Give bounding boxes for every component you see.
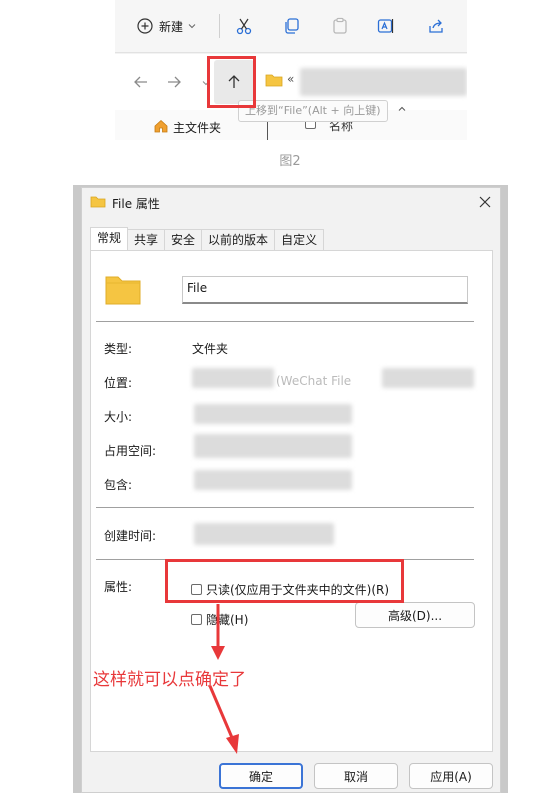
new-button-label: 新建: [159, 19, 184, 34]
close-icon[interactable]: [479, 196, 491, 208]
address-prefix: «: [287, 72, 295, 86]
home-icon: [154, 119, 168, 133]
folder-icon: [265, 74, 283, 87]
plus-circle-icon: [137, 18, 153, 34]
folder-name-value: File: [187, 281, 208, 295]
properties-dialog: File 属性 常规 共享 安全 以前的版本 自定义 File 类型: 文件夹 …: [81, 187, 501, 793]
annotation-arrows: [208, 604, 239, 754]
type-value: 文件夹: [192, 342, 229, 356]
disk-usage-value-redacted: [194, 434, 352, 458]
location-label: 位置:: [104, 376, 133, 390]
column-divider: [267, 122, 268, 140]
up-button-tooltip: 上移到“File”(Alt + 向上键): [238, 100, 388, 122]
figure-caption: 图2: [279, 154, 301, 169]
tab-strip: 常规 共享 安全 以前的版本 自定义: [90, 227, 325, 251]
folder-title-icon: [90, 196, 106, 208]
size-value-redacted: [194, 404, 352, 424]
location-value-redacted: [192, 368, 274, 388]
contains-value-redacted: [194, 470, 352, 490]
share-icon[interactable]: [427, 17, 445, 35]
created-label: 创建时间:: [104, 529, 157, 543]
attributes-label: 属性:: [104, 580, 133, 594]
home-folder-label[interactable]: 主文件夹: [173, 119, 221, 136]
forward-arrow-icon[interactable]: [166, 74, 182, 90]
contains-label: 包含:: [104, 478, 133, 492]
cut-icon[interactable]: [235, 17, 253, 35]
type-label: 类型:: [104, 342, 133, 356]
new-button[interactable]: 新建: [137, 16, 197, 36]
tab-sharing[interactable]: 共享: [127, 229, 166, 250]
disk-usage-label: 占用空间:: [104, 444, 157, 458]
paste-icon[interactable]: [331, 17, 349, 35]
copy-icon[interactable]: [283, 17, 301, 35]
cancel-button[interactable]: 取消: [314, 763, 398, 789]
dialog-title: File 属性: [112, 197, 160, 211]
rename-icon[interactable]: [377, 17, 395, 35]
tooltip-text: 上移到“File”(Alt + 向上键): [245, 104, 381, 117]
up-button-highlight-box: [207, 56, 256, 108]
location-value-partial: (WeChat File: [276, 374, 352, 388]
tab-general[interactable]: 常规: [90, 227, 129, 250]
readonly-highlight-box: [165, 559, 404, 603]
tab-security[interactable]: 安全: [164, 229, 203, 250]
back-arrow-icon[interactable]: [133, 74, 149, 90]
separator: [96, 321, 474, 322]
address-bar-redacted[interactable]: [300, 68, 467, 96]
explorer-toolbar: 新建: [115, 0, 467, 53]
toolbar-divider: [219, 14, 220, 38]
tab-previous-versions[interactable]: 以前的版本: [201, 229, 276, 250]
tab-customize[interactable]: 自定义: [274, 229, 325, 250]
sort-chevron-up-icon: [398, 106, 406, 111]
separator: [96, 507, 474, 508]
large-folder-icon: [105, 276, 141, 305]
location-value-redacted-tail: [382, 368, 474, 388]
size-label: 大小:: [104, 410, 133, 424]
ok-button[interactable]: 确定: [219, 763, 303, 789]
advanced-button[interactable]: 高级(D)...: [355, 602, 475, 628]
folder-name-input[interactable]: File: [182, 276, 468, 304]
chevron-down-icon: [188, 24, 196, 29]
created-value-redacted: [194, 523, 334, 545]
apply-button[interactable]: 应用(A): [409, 763, 493, 789]
